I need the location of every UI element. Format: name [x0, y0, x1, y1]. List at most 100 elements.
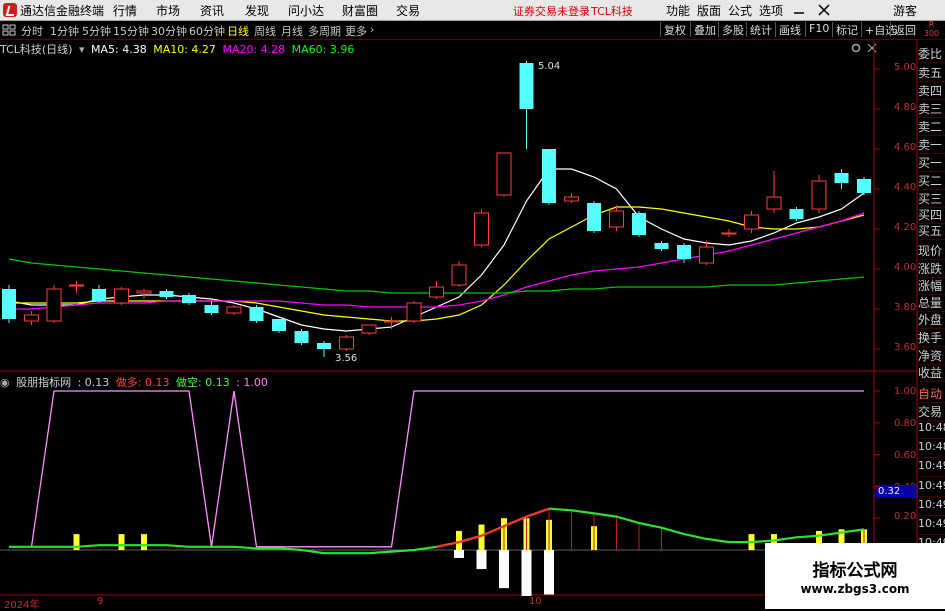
panel-item[interactable]: 外盘: [918, 311, 945, 329]
stock-name: TCL科技: [591, 5, 633, 18]
menu-item-assistant[interactable]: 问小达: [288, 2, 324, 19]
candle-body-up: [721, 232, 737, 235]
tab-weekly[interactable]: 周线: [254, 23, 276, 39]
app-name: 通达信金融终端: [20, 4, 105, 18]
candle-body-down: [272, 319, 286, 331]
close-icon[interactable]: [818, 4, 830, 16]
panel-time: 10:49: [918, 498, 945, 516]
menu-item-wealth[interactable]: 财富圈: [342, 2, 378, 19]
tool-overlay[interactable]: 叠加: [690, 22, 716, 37]
candle-body-down: [789, 209, 804, 219]
timeframe-bar: 分时 1分钟 5分钟 15分钟 30分钟 60分钟 日线 周线 月线 多周期 更…: [0, 21, 945, 40]
menu-item-function[interactable]: 功能: [666, 2, 690, 19]
watermark-title: 指标公式网: [812, 561, 898, 581]
panel-item[interactable]: 卖三: [918, 100, 945, 118]
guest-label[interactable]: 游客: [893, 2, 917, 19]
panel-item[interactable]: 买五: [918, 222, 945, 240]
menu-item-discover[interactable]: 发现: [245, 2, 269, 19]
candle-body-up: [69, 284, 84, 287]
panel-item[interactable]: 涨跌: [918, 260, 945, 278]
indicator-series: [0, 390, 874, 596]
candle-body-up: [564, 196, 579, 202]
menu-item-markets[interactable]: 市场: [156, 2, 180, 19]
low-price-label: 3.56: [335, 353, 357, 364]
candle-body-down: [677, 245, 691, 259]
panel-item[interactable]: 卖四: [918, 82, 945, 100]
tab-1min[interactable]: 1分钟: [50, 23, 79, 39]
tab-5min[interactable]: 5分钟: [82, 23, 111, 39]
candle-body-down: [204, 305, 219, 313]
menu-item-options[interactable]: 选项: [759, 2, 783, 19]
candle-body-down: [632, 213, 646, 235]
tab-30min[interactable]: 30分钟: [151, 23, 187, 39]
candle-body-up: [699, 246, 714, 264]
panel-auto[interactable]: 自动: [918, 385, 945, 403]
candle-body-down: [92, 289, 106, 301]
candle-body-up: [474, 212, 489, 246]
candlestick-series: [2, 61, 871, 357]
candle-body-up: [744, 214, 759, 230]
tab-more[interactable]: 更多: [345, 23, 367, 39]
panel-item[interactable]: 收益: [918, 364, 945, 382]
chart-frame: [0, 40, 918, 596]
menu-item-news[interactable]: 资讯: [200, 2, 224, 19]
long-line-rising: [436, 507, 550, 548]
panel-time: 10:49: [918, 517, 945, 535]
tab-15min[interactable]: 15分钟: [113, 23, 149, 39]
candle-body-down: [317, 343, 331, 349]
watermark-url: www.zbgs3.com: [800, 582, 910, 596]
chevron-right-icon[interactable]: ›: [370, 23, 374, 36]
grid-icon[interactable]: [2, 24, 16, 36]
panel-trade[interactable]: 交易: [918, 403, 945, 421]
tool-mark[interactable]: 标记: [832, 22, 858, 37]
tab-multi-period[interactable]: 多周期: [308, 23, 341, 39]
tool-back[interactable]: 返回: [890, 22, 916, 37]
menu-item-layout[interactable]: 版面: [697, 2, 721, 19]
panel-item[interactable]: 卖五: [918, 64, 945, 82]
tool-draw[interactable]: 画线: [775, 22, 801, 37]
short-bar: [499, 550, 509, 589]
candle-body-up: [46, 288, 62, 322]
candle-body-down: [542, 149, 556, 203]
menu-item-trade[interactable]: 交易: [396, 2, 420, 19]
ma10-line: [9, 206, 865, 322]
tool-stats[interactable]: 统计: [746, 22, 772, 37]
panel-time: 10:49: [918, 459, 945, 477]
panel-item[interactable]: 现价: [918, 242, 945, 260]
short-bar: [521, 550, 532, 596]
panel-item[interactable]: 总量: [918, 294, 945, 312]
price-gridlines: [874, 68, 880, 519]
panel-item[interactable]: 买二: [918, 172, 945, 190]
broker-status[interactable]: 证券交易未登录: [513, 3, 590, 19]
menu-item-market[interactable]: 行情: [113, 2, 137, 19]
panel-item[interactable]: 委比: [918, 45, 945, 63]
candle-body-up: [811, 180, 827, 210]
candle-body-up: [451, 264, 467, 286]
panel-item[interactable]: 换手: [918, 329, 945, 347]
high-price-label: 5.04: [538, 61, 560, 72]
menu-item-formula[interactable]: 公式: [728, 2, 752, 19]
tab-intraday[interactable]: 分时: [21, 23, 43, 39]
tool-f10[interactable]: F10: [805, 22, 829, 37]
candle-body-up: [766, 196, 782, 210]
long-bar: [118, 534, 125, 550]
panel-item[interactable]: 涨幅: [918, 277, 945, 295]
panel-item[interactable]: 卖二: [918, 118, 945, 136]
panel-item[interactable]: 净资: [918, 347, 945, 365]
candle-body-down: [182, 295, 196, 303]
panel-item[interactable]: 买一: [918, 154, 945, 172]
panel-item[interactable]: 卖一: [918, 136, 945, 154]
candle-body-up: [136, 290, 152, 294]
candle-body-down: [519, 63, 534, 109]
candle-body-down: [654, 243, 669, 249]
tool-multi-stock[interactable]: 多股: [718, 22, 744, 37]
tab-monthly[interactable]: 月线: [281, 23, 303, 39]
tool-adjust[interactable]: 复权: [660, 22, 686, 37]
tab-60min[interactable]: 60分钟: [189, 23, 225, 39]
candle-body-up: [361, 324, 377, 334]
tab-daily[interactable]: 日线: [227, 23, 249, 39]
candle-body-down: [2, 289, 16, 319]
time-axis-label: 9: [97, 596, 104, 607]
minimize-icon[interactable]: [793, 4, 805, 16]
chart-canvas[interactable]: 5.04 3.56: [0, 40, 918, 596]
